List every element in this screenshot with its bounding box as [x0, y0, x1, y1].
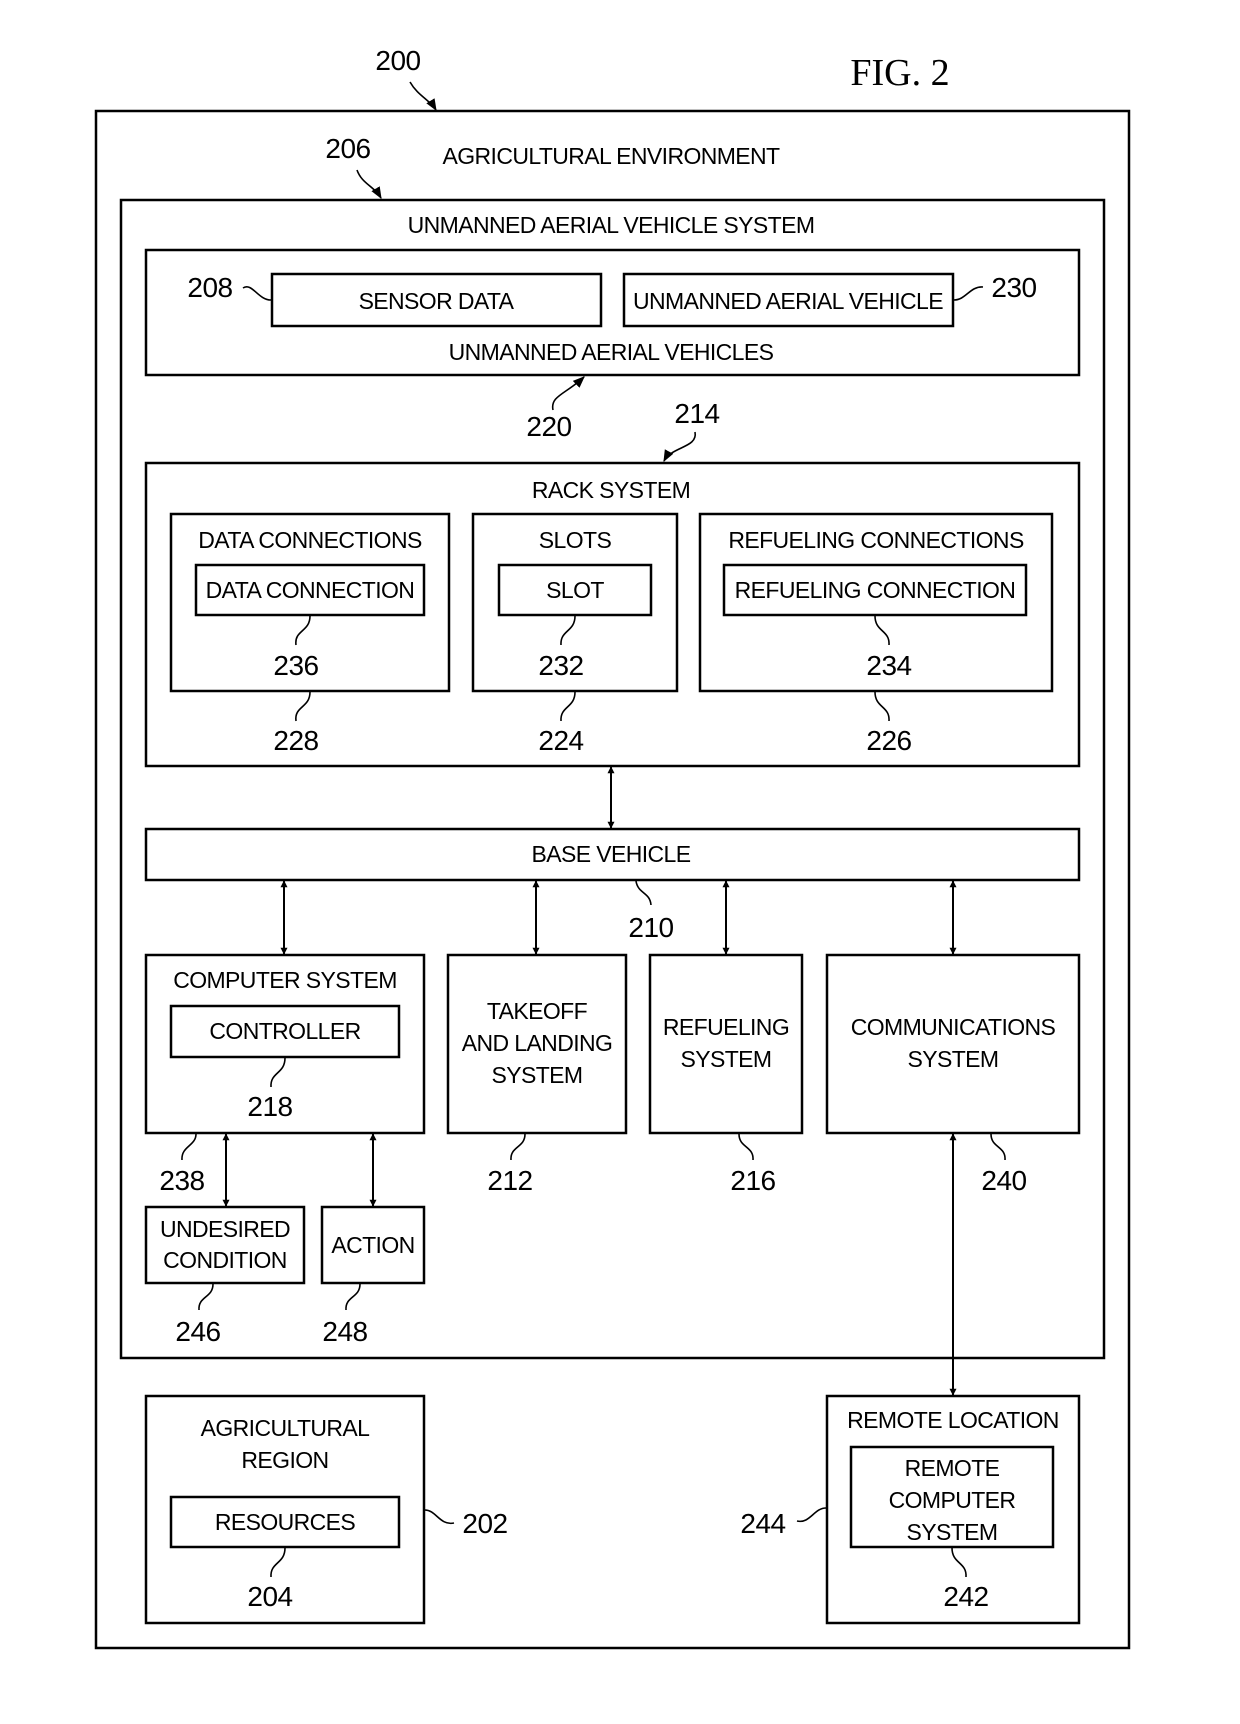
slot-label: SLOT [546, 577, 604, 603]
base-vehicle-label: BASE VEHICLE [532, 841, 691, 867]
undesired-condition-line-1: UNDESIRED [160, 1216, 290, 1242]
slots-label: SLOTS [539, 527, 612, 553]
agricultural-environment-label: AGRICULTURAL ENVIRONMENT [442, 143, 780, 169]
ref-246: 246 [175, 1316, 220, 1347]
ref-208: 208 [187, 272, 232, 303]
ref-204: 204 [247, 1581, 292, 1612]
data-connection-label: DATA CONNECTION [206, 577, 415, 603]
controller-label: CONTROLLER [209, 1018, 360, 1044]
resources-label: RESOURCES [215, 1509, 356, 1535]
refueling-system-box [648, 953, 804, 1135]
action-label: ACTION [331, 1232, 414, 1258]
refueling-system-line-1: REFUELING [663, 1014, 789, 1040]
patent-diagram: FIG. 2 200 AGRICULTURAL ENVIRONMENT 206 … [94, 45, 1131, 1650]
figure-title: FIG. 2 [850, 52, 949, 94]
ref-226: 226 [866, 725, 911, 756]
ref-220: 220 [526, 411, 571, 442]
remote-computer-line-2: COMPUTER [889, 1487, 1016, 1513]
ref-236: 236 [273, 650, 318, 681]
remote-computer-line-3: SYSTEM [907, 1519, 998, 1545]
ref-202: 202 [462, 1508, 507, 1539]
ref-238: 238 [159, 1165, 204, 1196]
ref-200: 200 [375, 45, 420, 76]
remote-location-label: REMOTE LOCATION [847, 1407, 1059, 1433]
computer-system-label: COMPUTER SYSTEM [173, 967, 397, 993]
refueling-connection-label: REFUELING CONNECTION [735, 577, 1016, 603]
refueling-connections-label: REFUELING CONNECTIONS [728, 527, 1024, 553]
uav-label: UNMANNED AERIAL VEHICLE [633, 288, 943, 314]
ref-210: 210 [628, 912, 673, 943]
communications-system-box [825, 953, 1081, 1135]
takeoff-landing-line-2: AND LANDING [462, 1030, 613, 1056]
refueling-system-line-2: SYSTEM [681, 1046, 772, 1072]
ref-218: 218 [247, 1091, 292, 1122]
sensor-data-label: SENSOR DATA [359, 288, 515, 314]
uavs-label: UNMANNED AERIAL VEHICLES [449, 339, 774, 365]
ref-212: 212 [487, 1165, 532, 1196]
ref-228: 228 [273, 725, 318, 756]
takeoff-landing-line-3: SYSTEM [492, 1062, 583, 1088]
agricultural-region-line-2: REGION [241, 1447, 328, 1473]
ref-242: 242 [943, 1581, 988, 1612]
data-connections-label: DATA CONNECTIONS [198, 527, 422, 553]
ref-206: 206 [325, 133, 370, 164]
communications-system-line-2: SYSTEM [908, 1046, 999, 1072]
undesired-condition-line-2: CONDITION [163, 1247, 287, 1273]
remote-computer-line-1: REMOTE [905, 1455, 1000, 1481]
takeoff-landing-line-1: TAKEOFF [487, 998, 588, 1024]
ref-224: 224 [538, 725, 583, 756]
ref-244: 244 [740, 1508, 785, 1539]
ref-230: 230 [991, 272, 1036, 303]
agricultural-region-line-1: AGRICULTURAL [201, 1415, 371, 1441]
communications-system-line-1: COMMUNICATIONS [851, 1014, 1056, 1040]
ref-216: 216 [730, 1165, 775, 1196]
uav-system-label: UNMANNED AERIAL VEHICLE SYSTEM [408, 212, 815, 238]
ref-240: 240 [981, 1165, 1026, 1196]
ref-214: 214 [674, 398, 719, 429]
rack-system-label: RACK SYSTEM [532, 477, 690, 503]
ref-234: 234 [866, 650, 911, 681]
ref-200-arrow [409, 81, 437, 112]
ref-232: 232 [538, 650, 583, 681]
ref-248: 248 [322, 1316, 367, 1347]
